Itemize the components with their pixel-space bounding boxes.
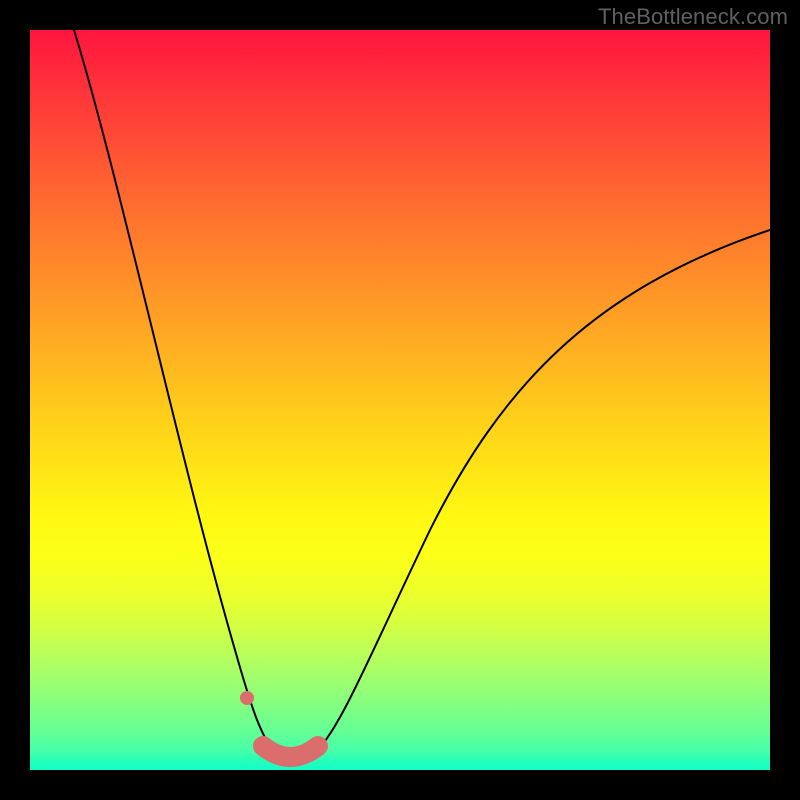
plot-area	[30, 30, 770, 770]
chart-svg	[30, 30, 770, 770]
marker-dot	[240, 691, 254, 705]
optimal-range-highlight	[263, 746, 318, 757]
chart-frame: TheBottleneck.com	[0, 0, 800, 800]
bottleneck-curve	[74, 30, 770, 762]
watermark-text: TheBottleneck.com	[598, 4, 788, 30]
